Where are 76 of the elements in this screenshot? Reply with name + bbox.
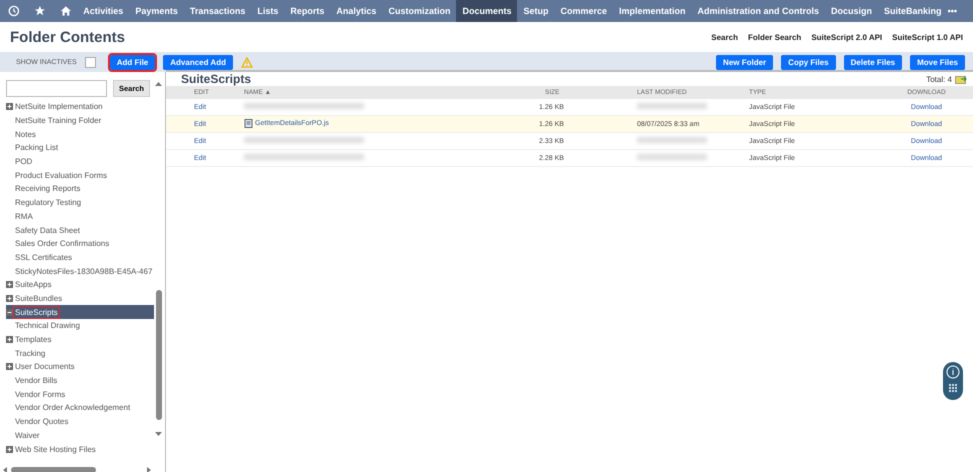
plus-icon[interactable]: [6, 103, 13, 110]
nav-tab[interactable]: Lists: [251, 0, 284, 22]
folder-search-field[interactable]: [6, 80, 107, 97]
toolbar-button[interactable]: Add File: [110, 54, 156, 70]
folder-tree-item[interactable]: Sales Order Confirmations: [6, 236, 154, 251]
script-file-icon: [244, 118, 253, 128]
more-menu[interactable]: •••: [948, 6, 958, 16]
folder-tree-item[interactable]: Technical Drawing: [6, 319, 154, 333]
minus-icon[interactable]: [6, 308, 13, 316]
header-link[interactable]: SuiteScript 2.0 API: [811, 32, 882, 42]
home-icon[interactable]: [60, 4, 72, 18]
show-inactives-checkbox[interactable]: [84, 56, 96, 68]
nav-tab[interactable]: Payments: [129, 0, 184, 22]
total-count: Total: 4: [926, 74, 952, 84]
folder-tree-item[interactable]: Templates: [6, 332, 154, 346]
history-icon[interactable]: [8, 4, 20, 18]
folder-tree-item[interactable]: Safety Data Sheet: [6, 223, 154, 237]
plus-icon[interactable]: [6, 336, 13, 344]
nav-tab[interactable]: Administration and Controls: [692, 0, 826, 22]
vertical-scrollbar[interactable]: [154, 80, 163, 438]
warning-icon: [240, 56, 253, 68]
toolbar-button[interactable]: Copy Files: [781, 54, 836, 70]
folder-tree-item[interactable]: Vendor Order Acknowledgement: [6, 401, 154, 415]
folder-tree-item[interactable]: Vendor Bills: [6, 374, 154, 388]
folder-tree-item[interactable]: Receiving Reports: [6, 182, 154, 196]
export-icon[interactable]: [955, 74, 967, 84]
nav-tab[interactable]: Docusign: [825, 0, 878, 22]
plus-icon[interactable]: [6, 294, 13, 302]
nav-tab[interactable]: Commerce: [554, 0, 614, 22]
folder-tree-item[interactable]: RMA: [6, 210, 154, 224]
star-icon[interactable]: [34, 4, 46, 18]
horizontal-scrollbar[interactable]: [2, 466, 152, 472]
toolbar-button[interactable]: Move Files: [910, 54, 965, 70]
toolbar-button[interactable]: New Folder: [716, 54, 774, 70]
help-widget-icon[interactable]: [943, 362, 963, 400]
folder-tree-item[interactable]: StickyNotesFiles-1830A98B-E45A-467: [6, 264, 154, 278]
folder-tree-item[interactable]: Tracking: [6, 346, 154, 360]
nav-tab[interactable]: Implementation: [613, 0, 692, 22]
folder-tree-item[interactable]: SuiteScripts: [6, 305, 154, 319]
blurred-text: [637, 137, 707, 143]
folder-tree-item[interactable]: Product Evaluation Forms: [6, 168, 154, 182]
folder-tree-item[interactable]: NetSuite Implementation: [6, 100, 154, 114]
nav-tab[interactable]: SuiteBanking: [878, 0, 948, 22]
nav-tab[interactable]: Reports: [284, 0, 330, 22]
folder-title: SuiteScripts: [181, 72, 252, 86]
folder-tree-item[interactable]: Waiver: [6, 428, 154, 442]
scrollbar-thumb[interactable]: [156, 290, 162, 420]
folder-tree-item[interactable]: Notes: [6, 127, 154, 142]
folder-tree-item[interactable]: POD: [6, 154, 154, 168]
folder-tree-item[interactable]: NetSuite Training Folder: [6, 114, 154, 128]
nav-tab[interactable]: Setup: [517, 0, 554, 22]
plus-icon[interactable]: [6, 281, 13, 288]
toolbar-button[interactable]: Advanced Add: [163, 54, 233, 70]
folder-tree-item[interactable]: Vendor Quotes: [6, 414, 154, 428]
blurred-text: [637, 154, 707, 160]
nav-tab[interactable]: Transactions: [184, 0, 252, 22]
nav-tab[interactable]: Documents: [456, 0, 518, 22]
folder-tree-item[interactable]: Vendor Forms: [6, 387, 154, 402]
folder-tree-item[interactable]: Packing List: [6, 141, 154, 155]
nav-tab[interactable]: Analytics: [330, 0, 382, 22]
folder-tree-item[interactable]: Web Site Hosting Files: [6, 442, 154, 456]
folder-tree-item[interactable]: User Documents: [6, 360, 154, 374]
header-link[interactable]: Folder Search: [748, 32, 802, 42]
toolbar-button[interactable]: Delete Files: [844, 54, 902, 70]
blurred-text: [637, 103, 707, 109]
header-link[interactable]: Search: [711, 32, 738, 42]
plus-icon[interactable]: [6, 446, 13, 453]
folder-tree-item[interactable]: SSL Certificates: [6, 250, 154, 264]
page-title: Folder Contents: [10, 28, 125, 46]
folder-tree-item[interactable]: Regulatory Testing: [6, 196, 154, 210]
nav-tab[interactable]: Activities: [77, 0, 130, 22]
folder-tree-item[interactable]: SuiteBundles: [6, 292, 154, 306]
folder-tree-item[interactable]: SuiteApps: [6, 278, 154, 292]
plus-icon[interactable]: [6, 363, 13, 370]
header-link[interactable]: SuiteScript 1.0 API: [892, 32, 963, 42]
nav-tab[interactable]: Customization: [382, 0, 456, 22]
